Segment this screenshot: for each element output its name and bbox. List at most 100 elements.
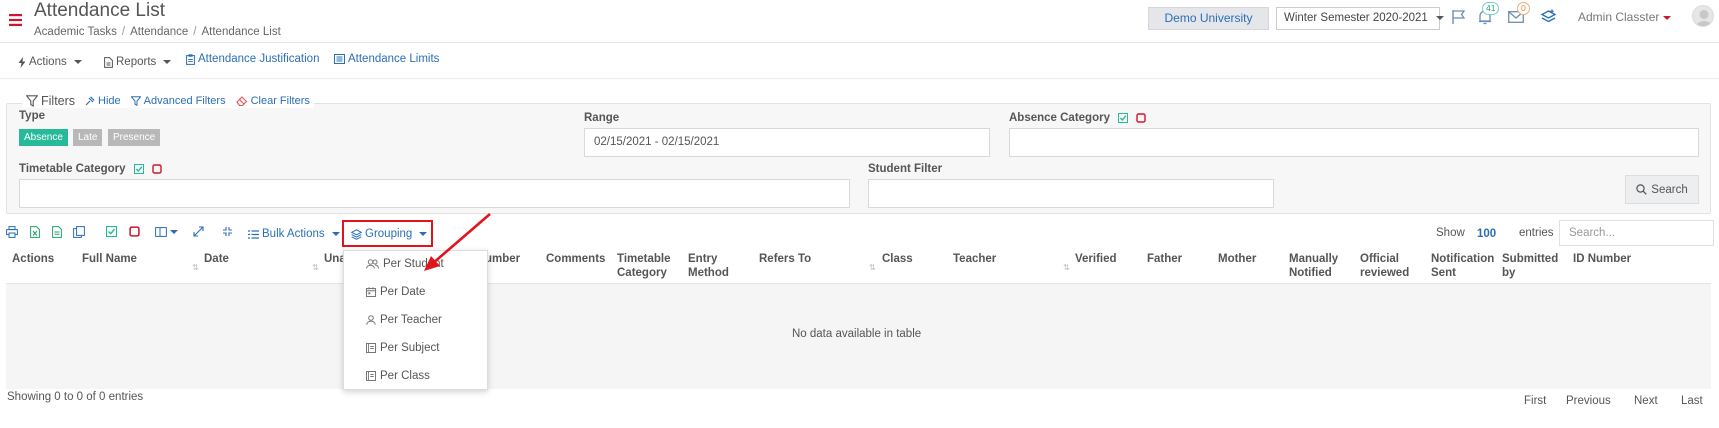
type-chip-absence[interactable]: Absence — [19, 129, 68, 146]
clear-filters-link[interactable]: Clear Filters — [235, 95, 310, 107]
expand-icon[interactable] — [193, 226, 204, 237]
mail-icon[interactable]: 0 — [1508, 2, 1530, 23]
search-button-label: Search — [1651, 183, 1688, 196]
advanced-filters-label: Advanced Filters — [143, 95, 226, 107]
entries-label: entries — [1519, 227, 1554, 239]
avatar[interactable] — [1692, 5, 1714, 27]
uncheck-all-icon[interactable] — [1136, 113, 1146, 123]
column-header-full-name[interactable]: Full Name — [82, 252, 137, 266]
column-header-id-number[interactable]: ID Number — [1573, 252, 1631, 266]
attendance-limits-link[interactable]: Attendance Limits — [334, 53, 439, 65]
university-button[interactable]: Demo University — [1148, 7, 1269, 30]
bell-icon[interactable]: 41 — [1477, 2, 1500, 25]
breadcrumb-item[interactable]: Academic Tasks — [34, 26, 117, 38]
layers-icon[interactable] — [1540, 9, 1557, 25]
column-header-verified[interactable]: Verified — [1075, 252, 1117, 266]
notifications-badge: 41 — [1482, 2, 1500, 15]
chevron-down-icon — [1663, 15, 1672, 20]
grouping-label: Grouping — [365, 228, 413, 240]
excel-icon[interactable] — [30, 226, 40, 238]
flag-icon[interactable] — [1451, 9, 1466, 25]
pagination-first[interactable]: First — [1524, 395, 1546, 407]
check-all-icon[interactable] — [1117, 113, 1128, 123]
semester-select[interactable]: Winter Semester 2020-2021 — [1276, 7, 1444, 30]
chevron-down-icon — [73, 60, 82, 64]
column-header-father[interactable]: Father — [1147, 252, 1182, 266]
range-input[interactable]: 02/15/2021 - 02/15/2021 — [584, 128, 990, 157]
bolt-icon — [18, 56, 26, 68]
column-header-manually-notified[interactable]: Manually Notified — [1289, 252, 1338, 280]
select-all-icon[interactable] — [106, 226, 117, 237]
grouping-option-per-date[interactable]: Per Date — [366, 286, 425, 298]
column-header-date[interactable]: Date — [204, 252, 229, 266]
user-icon — [366, 315, 376, 325]
hamburger-menu-icon[interactable] — [9, 14, 22, 26]
bulk-actions-label: Bulk Actions — [262, 228, 325, 240]
column-header-submitted-by[interactable]: Submitted by — [1502, 252, 1558, 280]
column-header-entry-method[interactable]: Entry Method — [688, 252, 729, 280]
column-header-notification-sent[interactable]: Notification Sent — [1431, 252, 1494, 280]
breadcrumb: Academic Tasks / Attendance / Attendance Lis… — [34, 26, 281, 38]
grouping-option-per-class[interactable]: Per Class — [366, 370, 430, 382]
reports-dropdown[interactable]: Reports — [104, 56, 172, 68]
column-header-teacher[interactable]: Teacher — [953, 252, 996, 266]
column-header-mother[interactable]: Mother — [1218, 252, 1256, 266]
per-teacher-label: Per Teacher — [380, 314, 442, 326]
pagination-previous[interactable]: Previous — [1566, 395, 1611, 407]
type-label: Type — [19, 110, 45, 122]
actions-label: Actions — [29, 56, 67, 68]
timetable-category-input[interactable] — [19, 179, 850, 208]
copy-icon[interactable] — [73, 226, 85, 238]
messages-badge: 0 — [1517, 2, 1530, 15]
column-header-comments[interactable]: Comments — [546, 252, 605, 266]
check-all-icon[interactable] — [133, 164, 144, 174]
type-chip-presence[interactable]: Presence — [108, 129, 161, 146]
semester-value: Winter Semester 2020-2021 — [1284, 12, 1428, 24]
csv-icon[interactable] — [52, 226, 62, 238]
page-title: Attendance List — [34, 0, 165, 21]
student-filter-input[interactable] — [868, 179, 1274, 208]
column-header-official-reviewed[interactable]: Official reviewed — [1360, 252, 1409, 280]
pagination-next[interactable]: Next — [1634, 395, 1658, 407]
type-chip-late[interactable]: Late — [73, 129, 103, 146]
absence-category-label: Absence Category — [1009, 112, 1146, 124]
column-header-class[interactable]: Class — [882, 252, 913, 266]
advanced-filters-link[interactable]: Advanced Filters — [130, 95, 226, 107]
bulk-actions-dropdown[interactable]: Bulk Actions — [248, 228, 340, 240]
sort-icon: ⇅ — [192, 263, 199, 272]
clipboard-icon — [186, 53, 195, 65]
table-search-input[interactable]: Search... — [1559, 220, 1714, 246]
print-icon[interactable] — [6, 226, 18, 238]
per-date-label: Per Date — [380, 286, 426, 298]
compress-icon[interactable] — [222, 226, 233, 237]
column-header-actions[interactable]: Actions — [12, 252, 54, 266]
search-button[interactable]: Search — [1625, 175, 1699, 204]
header-divider — [0, 42, 1719, 43]
justification-label: Attendance Justification — [198, 53, 320, 65]
attendance-justification-link[interactable]: Attendance Justification — [186, 53, 319, 65]
breadcrumb-item[interactable]: Attendance — [130, 26, 188, 38]
column-header-refers-to[interactable]: Refers To — [759, 252, 811, 266]
annotation-arrow-icon — [420, 212, 492, 274]
columns-toggle-button[interactable] — [155, 227, 178, 237]
grouping-dropdown[interactable]: Grouping — [351, 228, 428, 240]
deselect-all-icon[interactable] — [129, 226, 140, 237]
hide-filters-link[interactable]: Hide — [85, 95, 121, 107]
users-icon — [366, 259, 379, 269]
user-name: Admin Classter — [1578, 10, 1660, 24]
grouping-option-per-teacher[interactable]: Per Teacher — [366, 314, 442, 326]
pagination-last[interactable]: Last — [1681, 395, 1703, 407]
column-header-timetable-category[interactable]: Timetable Category — [617, 252, 670, 280]
sort-icon: ⇅ — [869, 263, 876, 272]
user-menu[interactable]: Admin Classter — [1578, 10, 1672, 24]
eraser-icon — [235, 96, 248, 106]
filter-icon — [26, 95, 38, 107]
show-label: Show — [1436, 227, 1465, 239]
grouping-option-per-subject[interactable]: Per Subject — [366, 342, 439, 354]
file-icon — [104, 56, 113, 68]
absence-category-input[interactable] — [1009, 128, 1699, 157]
uncheck-all-icon[interactable] — [151, 164, 162, 174]
toolbar-divider — [0, 78, 1719, 79]
actions-dropdown[interactable]: Actions — [18, 56, 82, 68]
page-size-select[interactable]: 100 — [1477, 228, 1496, 240]
